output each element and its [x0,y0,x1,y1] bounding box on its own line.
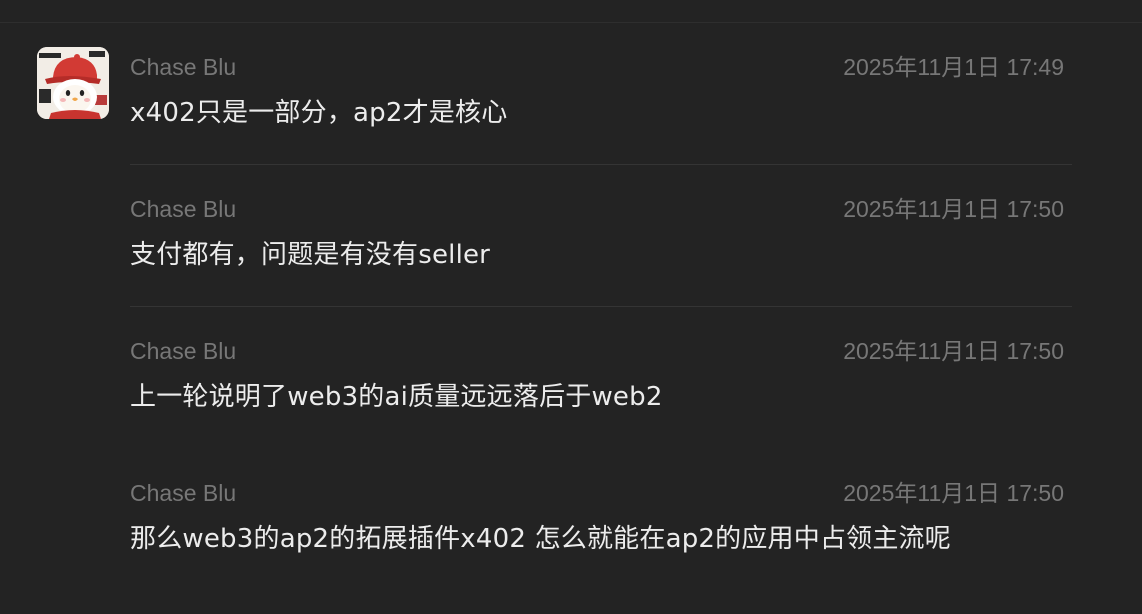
message-text: x402只是一部分，ap2才是核心 [130,98,508,128]
message-divider [130,164,1072,165]
sender-name[interactable]: Chase Blu [130,479,236,507]
message-divider [130,306,1072,307]
sender-name[interactable]: Chase Blu [130,195,236,223]
message-timestamp: 2025年11月1日 17:50 [843,338,1064,364]
message-timestamp: 2025年11月1日 17:50 [843,480,1064,506]
message-text: 支付都有，问题是有没有seller [130,240,491,270]
penguin-avatar-icon [37,47,109,119]
message-timestamp: 2025年11月1日 17:50 [843,196,1064,222]
top-divider [0,22,1142,23]
message-timestamp: 2025年11月1日 17:49 [843,54,1064,80]
message-text: 上一轮说明了web3的ai质量远远落后于web2 [130,382,663,412]
avatar[interactable] [37,47,109,119]
sender-name[interactable]: Chase Blu [130,53,236,81]
sender-name[interactable]: Chase Blu [130,337,236,365]
message-text: 那么web3的ap2的拓展插件x402 怎么就能在ap2的应用中占领主流呢 [130,524,951,554]
